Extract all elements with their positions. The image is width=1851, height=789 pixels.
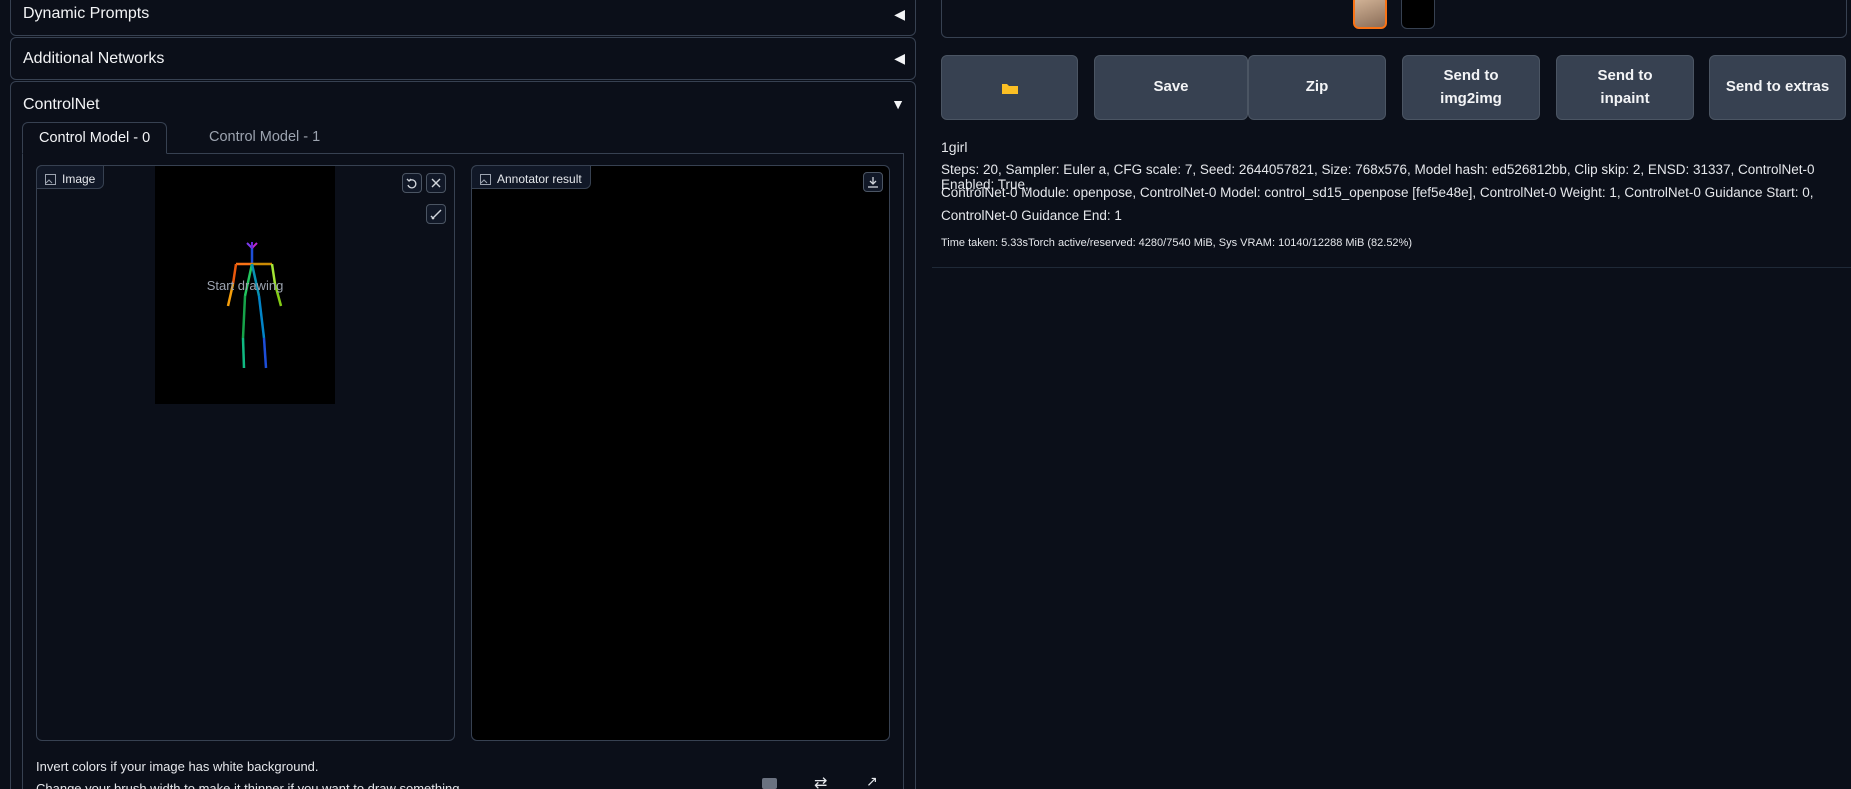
additional-networks-accordion[interactable]: Additional Networks ◀ xyxy=(10,37,916,80)
image-block[interactable]: Start drawing Image xyxy=(36,165,455,741)
close-icon[interactable] xyxy=(426,173,446,193)
additional-networks-title: Additional Networks xyxy=(23,50,165,67)
controlnet-title[interactable]: ControlNet xyxy=(23,96,99,114)
arrow-icon[interactable]: ↗ xyxy=(866,773,878,789)
folder-icon xyxy=(1001,83,1018,94)
left-column: Dynamic Prompts ◀ Additional Networks ◀ … xyxy=(0,0,930,789)
tab-control-model-0[interactable]: Control Model - 0 xyxy=(22,122,168,154)
zip-button[interactable]: Zip xyxy=(1248,55,1386,120)
params-line-3: ControlNet-0 Guidance End: 1 xyxy=(941,208,1122,223)
prompt-text: 1girl xyxy=(941,139,968,155)
output-panel xyxy=(932,0,1851,268)
image-label: Image xyxy=(36,165,105,189)
annotator-label: Annotator result xyxy=(471,165,591,189)
params-line-2: ControlNet-0 Module: openpose, ControlNe… xyxy=(941,185,1814,200)
pose-canvas[interactable]: Start drawing xyxy=(155,166,335,404)
annotator-result-area xyxy=(472,166,889,740)
collapse-arrow-icon[interactable]: ◀ xyxy=(894,6,905,23)
send-to-img2img-line2: img2img xyxy=(1440,89,1502,107)
send-to-inpaint-line1: Send to xyxy=(1597,67,1653,84)
undo-icon[interactable] xyxy=(402,173,422,193)
image-label-text: Image xyxy=(62,172,96,186)
save-button[interactable]: Save xyxy=(1094,55,1248,120)
dynamic-prompts-title: Dynamic Prompts xyxy=(23,5,150,22)
open-folder-button[interactable] xyxy=(941,55,1078,120)
tab-control-model-1[interactable]: Control Model - 1 xyxy=(193,122,336,154)
gallery-thumb-2[interactable] xyxy=(1401,0,1435,29)
dynamic-prompts-accordion[interactable]: Dynamic Prompts ◀ xyxy=(10,0,916,36)
control-model-tabs: Control Model - 0 Control Model - 1 xyxy=(22,122,904,154)
send-to-img2img-button[interactable]: Send to img2img xyxy=(1402,55,1540,120)
download-icon[interactable] xyxy=(863,172,883,192)
annotator-result-block: Annotator result xyxy=(471,165,890,741)
send-to-img2img-line1: Send to xyxy=(1443,67,1499,84)
start-drawing-text: Start drawing xyxy=(206,278,284,293)
swap-icon[interactable]: ⇄ xyxy=(814,773,827,789)
gallery-thumb-1[interactable] xyxy=(1353,0,1387,29)
annotator-label-text: Annotator result xyxy=(497,172,582,186)
time-taken-text: Time taken: 5.33sTorch active/reserved: … xyxy=(941,237,1412,249)
invert-colors-hint: Invert colors if your image has white ba… xyxy=(36,759,319,774)
send-to-extras-button[interactable]: Send to extras xyxy=(1709,55,1846,120)
collapse-arrow-icon[interactable]: ◀ xyxy=(894,50,905,67)
send-to-inpaint-line2: inpaint xyxy=(1600,89,1650,107)
image-icon xyxy=(480,173,491,185)
brush-icon[interactable] xyxy=(426,204,446,224)
send-to-inpaint-button[interactable]: Send to inpaint xyxy=(1556,55,1694,120)
gallery xyxy=(941,0,1847,38)
camera-icon[interactable] xyxy=(762,778,777,789)
expand-arrow-icon[interactable]: ▼ xyxy=(891,96,905,112)
image-icon xyxy=(45,173,56,185)
brush-width-hint: Change your brush width to make it thinn… xyxy=(36,781,464,789)
